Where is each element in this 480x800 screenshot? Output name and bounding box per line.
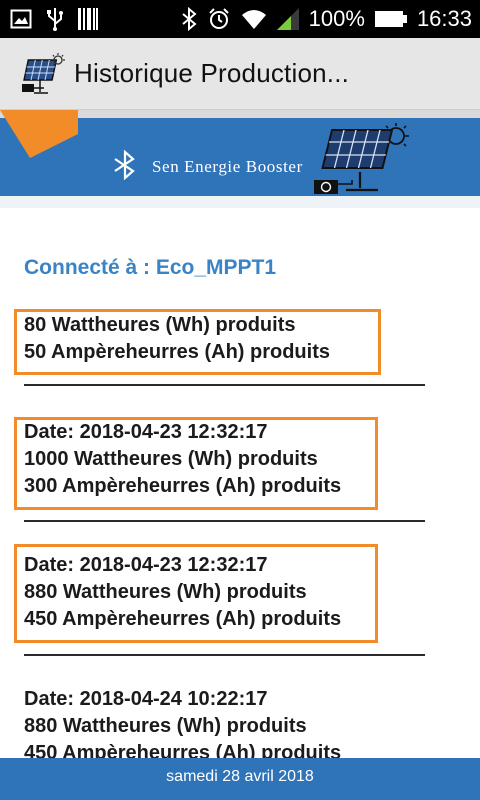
app-logo-icon[interactable] (18, 52, 66, 96)
footer-bar: samedi 28 avril 2018 (0, 758, 480, 800)
status-bar-left (10, 0, 98, 38)
battery-percent: 100% (308, 6, 365, 31)
image-icon (10, 9, 32, 29)
history-entry[interactable]: 80 Wattheures (Wh) produits 50 Ampèreheu… (24, 312, 330, 366)
entry-energy-wh: 80 Wattheures (Wh) produits (24, 314, 296, 336)
screen-title: Historique Production... (74, 58, 350, 88)
alarm-icon (207, 7, 231, 31)
entry-energy-wh: 880 Wattheures (Wh) produits (24, 715, 307, 737)
entry-separator (24, 654, 425, 656)
brand-banner: Sen Energie Booster (0, 110, 480, 204)
status-bar: 100% 16:33 (0, 0, 480, 38)
signal-icon (276, 8, 299, 30)
orange-corner-decoration (0, 110, 78, 158)
entry-date: Date: 2018-04-24 10:22:17 (24, 688, 268, 710)
history-list[interactable]: Connecté à : Eco_MPPT1 80 Wattheures (Wh… (0, 208, 480, 758)
entry-charge-ah: 450 Ampèreheurres (Ah) produits (24, 742, 342, 758)
brand-name: Sen Energie Booster (152, 157, 303, 176)
status-bar-right: 100% 16:33 (181, 0, 472, 38)
banner-bottom-border (0, 196, 480, 208)
clock: 16:33 (416, 6, 472, 31)
entry-charge-ah: 450 Ampèreheurres (Ah) produits (24, 608, 342, 630)
history-entry[interactable]: Date: 2018-04-23 12:32:17 1000 Wattheure… (24, 419, 341, 500)
entry-separator (24, 384, 425, 386)
entry-date: Date: 2018-04-23 12:32:17 (24, 421, 268, 443)
usb-icon (46, 7, 64, 31)
bluetooth-icon (181, 7, 197, 31)
connection-status: Connecté à : Eco_MPPT1 (24, 256, 277, 279)
bluetooth-logo-icon (112, 149, 138, 185)
wifi-icon (241, 8, 267, 30)
entry-energy-wh: 880 Wattheures (Wh) produits (24, 581, 307, 603)
entry-charge-ah: 300 Ampèreheurres (Ah) produits (24, 475, 342, 497)
solar-panel-icon (312, 122, 412, 204)
history-entry[interactable]: Date: 2018-04-23 12:32:17 880 Wattheures… (24, 552, 341, 633)
footer-date: samedi 28 avril 2018 (166, 768, 314, 785)
battery-icon (374, 10, 407, 28)
entry-charge-ah: 50 Ampèreheurres (Ah) produits (24, 341, 330, 363)
entry-separator (24, 520, 425, 522)
action-bar: Historique Production... (0, 38, 480, 110)
history-entry[interactable]: Date: 2018-04-24 10:22:17 880 Wattheures… (24, 686, 341, 758)
entry-date: Date: 2018-04-23 12:32:17 (24, 554, 268, 576)
entry-energy-wh: 1000 Wattheures (Wh) produits (24, 448, 318, 470)
barcode-icon (78, 8, 98, 30)
